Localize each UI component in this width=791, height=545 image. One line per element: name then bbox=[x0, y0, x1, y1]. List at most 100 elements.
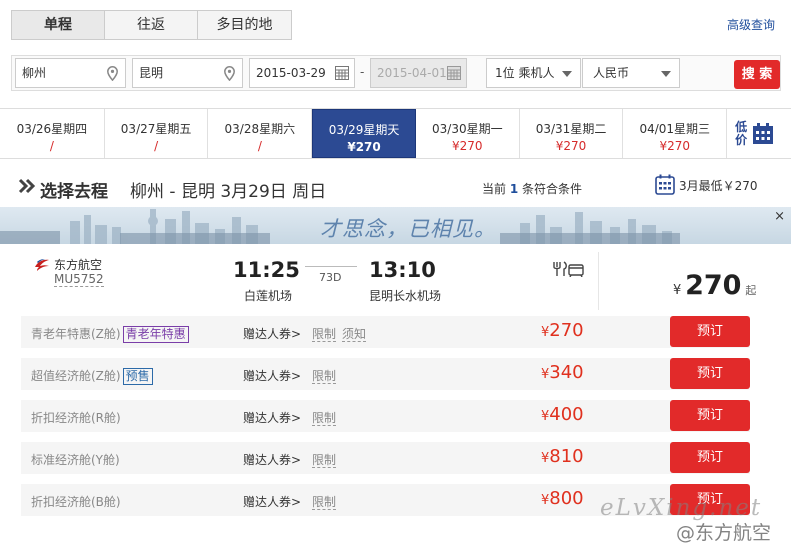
date-price: ¥270 bbox=[347, 140, 381, 154]
fare-price-value: 270 bbox=[549, 320, 584, 341]
low-price-label: 低价 bbox=[735, 120, 748, 147]
date-label: 04/01星期三 bbox=[639, 122, 711, 136]
arrival-time: 13:10 bbox=[369, 258, 436, 282]
depart-date-value: 2015-03-29 bbox=[256, 66, 326, 80]
cabin-label: 折扣经济舱(R舱) bbox=[31, 411, 121, 425]
month-low-text: 3月最低￥270 bbox=[679, 179, 758, 193]
trip-type-tabs: 单程 往返 多目的地 bbox=[11, 10, 292, 40]
voucher-link[interactable]: 赠达人券> bbox=[243, 325, 301, 342]
weibo-watermark: @东方航空 bbox=[676, 522, 772, 544]
restriction-link[interactable]: 限制 bbox=[312, 495, 337, 510]
currency-select[interactable]: 人民币 bbox=[582, 58, 680, 88]
date-label: 03/30星期一 bbox=[432, 122, 503, 136]
calendar-icon bbox=[753, 123, 774, 144]
divider bbox=[598, 252, 599, 310]
cabin-name: 折扣经济舱(R舱) bbox=[31, 409, 121, 426]
date-price: / bbox=[257, 139, 262, 153]
cabin-label: 青老年特惠(Z舱) bbox=[31, 327, 121, 341]
return-date-value: 2015-04-01 bbox=[377, 66, 447, 80]
restriction-link[interactable]: 限制 bbox=[312, 453, 337, 468]
fare-rules: 限制 须知 bbox=[312, 325, 372, 342]
date-cell[interactable]: 03/26星期四 / bbox=[0, 109, 105, 158]
tab-one-way[interactable]: 单程 bbox=[12, 11, 105, 39]
cabin-label: 折扣经济舱(B舱) bbox=[31, 495, 121, 509]
restriction-link[interactable]: 限制 bbox=[312, 411, 337, 426]
date-price: ¥270 bbox=[659, 139, 691, 153]
date-label: 03/29星期天 bbox=[328, 123, 400, 137]
meal-service-icon bbox=[553, 261, 584, 277]
location-pin-icon bbox=[107, 66, 118, 81]
date-price: ¥270 bbox=[555, 139, 587, 153]
low-price-calendar-button[interactable]: 低价 bbox=[727, 109, 791, 158]
book-button[interactable]: 预订 bbox=[670, 442, 750, 473]
date-cell-selected[interactable]: 03/29星期天 ¥270 bbox=[312, 109, 416, 158]
voucher-link[interactable]: 赠达人券> bbox=[243, 451, 301, 468]
fare-rules: 限制 bbox=[312, 493, 342, 510]
voucher-link[interactable]: 赠达人券> bbox=[243, 493, 301, 510]
from-suffix: 起 bbox=[745, 284, 757, 297]
voucher-link[interactable]: 赠达人券> bbox=[243, 367, 301, 384]
cabin-name: 超值经济舱(Z舱) 预售 bbox=[31, 367, 153, 385]
notice-link[interactable]: 须知 bbox=[342, 327, 367, 342]
date-label: 03/28星期六 bbox=[224, 122, 296, 136]
passenger-select[interactable]: 1位 乘机人 bbox=[486, 58, 581, 88]
return-date-input[interactable]: 2015-04-01 bbox=[370, 58, 467, 88]
fare-price: ¥400 bbox=[541, 404, 584, 425]
search-bar: 柳州 昆明 2015-03-29 - 2015-04-01 1位 乘机人 人民币… bbox=[11, 55, 781, 91]
lowest-fare: ¥ 270 起 bbox=[673, 270, 756, 301]
to-city-input[interactable]: 昆明 bbox=[132, 58, 243, 88]
fare-price-value: 340 bbox=[549, 362, 584, 383]
flight-number[interactable]: MU5752 bbox=[54, 272, 104, 287]
fare-rules: 限制 bbox=[312, 409, 342, 426]
fare-tag: 预售 bbox=[122, 368, 153, 385]
cabin-name: 标准经济舱(Y舱) bbox=[31, 451, 120, 468]
date-cell[interactable]: 03/30星期一 ¥270 bbox=[416, 109, 520, 158]
cabin-name: 青老年特惠(Z舱) 青老年特惠 bbox=[31, 325, 189, 343]
book-button[interactable]: 预订 bbox=[670, 400, 750, 431]
promo-banner[interactable]: 才思念，已相见。 × bbox=[0, 207, 791, 244]
tab-multi-city[interactable]: 多目的地 bbox=[198, 11, 291, 39]
fare-row: 青老年特惠(Z舱) 青老年特惠 赠达人券> 限制 须知 ¥270 预订 bbox=[21, 316, 750, 348]
book-button[interactable]: 预订 bbox=[670, 358, 750, 389]
flight-summary: 东方航空 MU5752 11:25 白莲机场 73D 13:10 昆明长水机场 … bbox=[0, 244, 791, 310]
restriction-link[interactable]: 限制 bbox=[312, 369, 337, 384]
route-summary: 柳州 - 昆明 3月29日 周日 bbox=[130, 182, 327, 202]
date-label: 03/26星期四 bbox=[16, 122, 88, 136]
calendar-icon bbox=[335, 66, 349, 80]
close-icon[interactable]: × bbox=[774, 209, 785, 224]
date-cell[interactable]: 03/31星期二 ¥270 bbox=[520, 109, 624, 158]
chevron-down-icon bbox=[661, 71, 671, 77]
aircraft-type[interactable]: 73D bbox=[319, 271, 341, 284]
departure-time: 11:25 bbox=[233, 258, 300, 282]
calendar-icon bbox=[655, 174, 675, 195]
restriction-link[interactable]: 限制 bbox=[312, 327, 337, 342]
from-city-value: 柳州 bbox=[22, 66, 47, 80]
departure-airport: 白莲机场 bbox=[244, 289, 293, 303]
date-cell[interactable]: 03/27星期五 / bbox=[105, 109, 209, 158]
date-label: 03/27星期五 bbox=[120, 122, 192, 136]
airline-name: 东方航空 bbox=[54, 258, 103, 272]
from-city-input[interactable]: 柳州 bbox=[15, 58, 126, 88]
date-label: 03/31星期二 bbox=[535, 122, 607, 136]
currency-value: 人民币 bbox=[593, 66, 630, 80]
date-range-dash: - bbox=[360, 65, 365, 79]
fare-price: ¥800 bbox=[541, 488, 584, 509]
depart-date-input[interactable]: 2015-03-29 bbox=[249, 58, 355, 88]
arrival-airport: 昆明长水机场 bbox=[369, 289, 442, 303]
tab-round-trip[interactable]: 往返 bbox=[105, 11, 198, 39]
fare-price-value: 800 bbox=[549, 488, 584, 509]
month-lowest-price[interactable]: 3月最低￥270 bbox=[655, 174, 758, 198]
passenger-value: 1位 乘机人 bbox=[495, 66, 555, 80]
fare-tag: 青老年特惠 bbox=[122, 326, 189, 343]
to-city-value: 昆明 bbox=[139, 66, 164, 80]
date-cell[interactable]: 04/01星期三 ¥270 bbox=[623, 109, 728, 158]
book-button[interactable]: 预订 bbox=[670, 316, 750, 347]
advanced-search-link[interactable]: 高级查询 bbox=[727, 16, 775, 33]
date-price: / bbox=[154, 139, 159, 153]
date-cell[interactable]: 03/28星期六 / bbox=[208, 109, 313, 158]
chevron-down-icon bbox=[562, 71, 572, 77]
voucher-link[interactable]: 赠达人券> bbox=[243, 409, 301, 426]
banner-slogan: 才思念，已相见。 bbox=[320, 217, 496, 241]
search-button[interactable]: 搜 索 bbox=[734, 60, 780, 89]
selection-header: 选择去程 柳州 - 昆明 3月29日 周日 当前 1 条符合条件 3月最低￥27… bbox=[0, 168, 791, 206]
